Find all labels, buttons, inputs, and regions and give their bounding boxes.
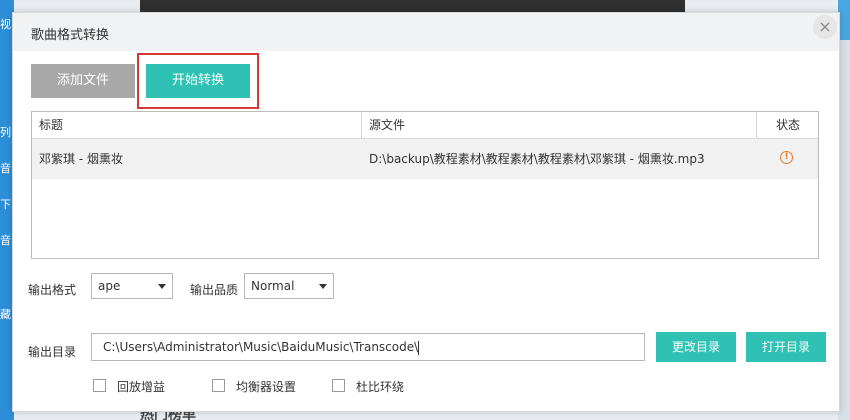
bg-sidebar-char: 音 [0, 234, 11, 247]
close-icon[interactable]: × [813, 15, 837, 39]
row-source: D:\backup\教程素材\教程素材\教程素材\邓紫琪 - 烟熏妆.mp3 [369, 152, 705, 166]
add-file-button[interactable]: 添加文件 [31, 64, 135, 98]
file-table: 标题 源文件 状态 邓紫琪 - 烟熏妆 D:\backup\教程素材\教程素材\… [31, 111, 819, 259]
checkbox-label: 回放增益 [117, 380, 166, 394]
output-format-value: ape [98, 279, 121, 293]
bg-sidebar-char: 藏 [0, 308, 11, 321]
checkbox-label: 杜比环绕 [356, 380, 405, 394]
change-dir-button[interactable]: 更改目录 [656, 332, 736, 362]
output-quality-value: Normal [251, 279, 295, 293]
bg-sidebar-char: 列 [0, 126, 11, 139]
text-cursor [418, 340, 420, 355]
column-header-title[interactable]: 标题 [39, 112, 63, 138]
format-convert-dialog: 歌曲格式转换 × 添加文件 开始转换 标题 源文件 状态 邓紫琪 - 烟熏妆 D… [12, 12, 840, 412]
output-format-label: 输出格式 [28, 283, 77, 297]
warning-icon[interactable]: ! [780, 151, 793, 164]
column-header-status[interactable]: 状态 [776, 112, 800, 138]
start-convert-button[interactable]: 开始转换 [146, 64, 250, 98]
output-dir-value: C:\Users\Administrator\Music\BaiduMusic\… [103, 340, 419, 354]
column-divider[interactable] [361, 112, 362, 138]
output-dir-input[interactable]: C:\Users\Administrator\Music\BaiduMusic\… [91, 333, 645, 361]
column-divider[interactable] [756, 112, 757, 138]
bg-sidebar-char: 下 [0, 198, 11, 211]
chevron-down-icon [319, 284, 327, 289]
output-quality-label: 输出品质 [190, 283, 239, 297]
chevron-down-icon [158, 284, 166, 289]
checkbox-box[interactable] [332, 379, 345, 392]
output-dir-label: 输出目录 [28, 345, 77, 359]
bg-sidebar-char: 音 [0, 162, 11, 175]
checkbox-box[interactable] [212, 379, 225, 392]
table-row[interactable]: 邓紫琪 - 烟熏妆 D:\backup\教程素材\教程素材\教程素材\邓紫琪 -… [32, 139, 818, 179]
table-header: 标题 源文件 状态 [32, 112, 818, 139]
output-quality-select[interactable]: Normal [244, 273, 334, 299]
checkbox-label: 均衡器设置 [236, 380, 297, 394]
bg-sidebar-char: 视 [0, 18, 11, 31]
dialog-titlebar: 歌曲格式转换 × [13, 13, 839, 51]
output-format-select[interactable]: ape [91, 273, 173, 299]
dialog-title: 歌曲格式转换 [31, 28, 110, 43]
checkbox-box[interactable] [93, 379, 106, 392]
open-dir-button[interactable]: 打开目录 [746, 332, 826, 362]
background-top-banner [140, 0, 685, 12]
column-header-source[interactable]: 源文件 [369, 112, 405, 138]
row-title: 邓紫琪 - 烟熏妆 [39, 152, 123, 166]
